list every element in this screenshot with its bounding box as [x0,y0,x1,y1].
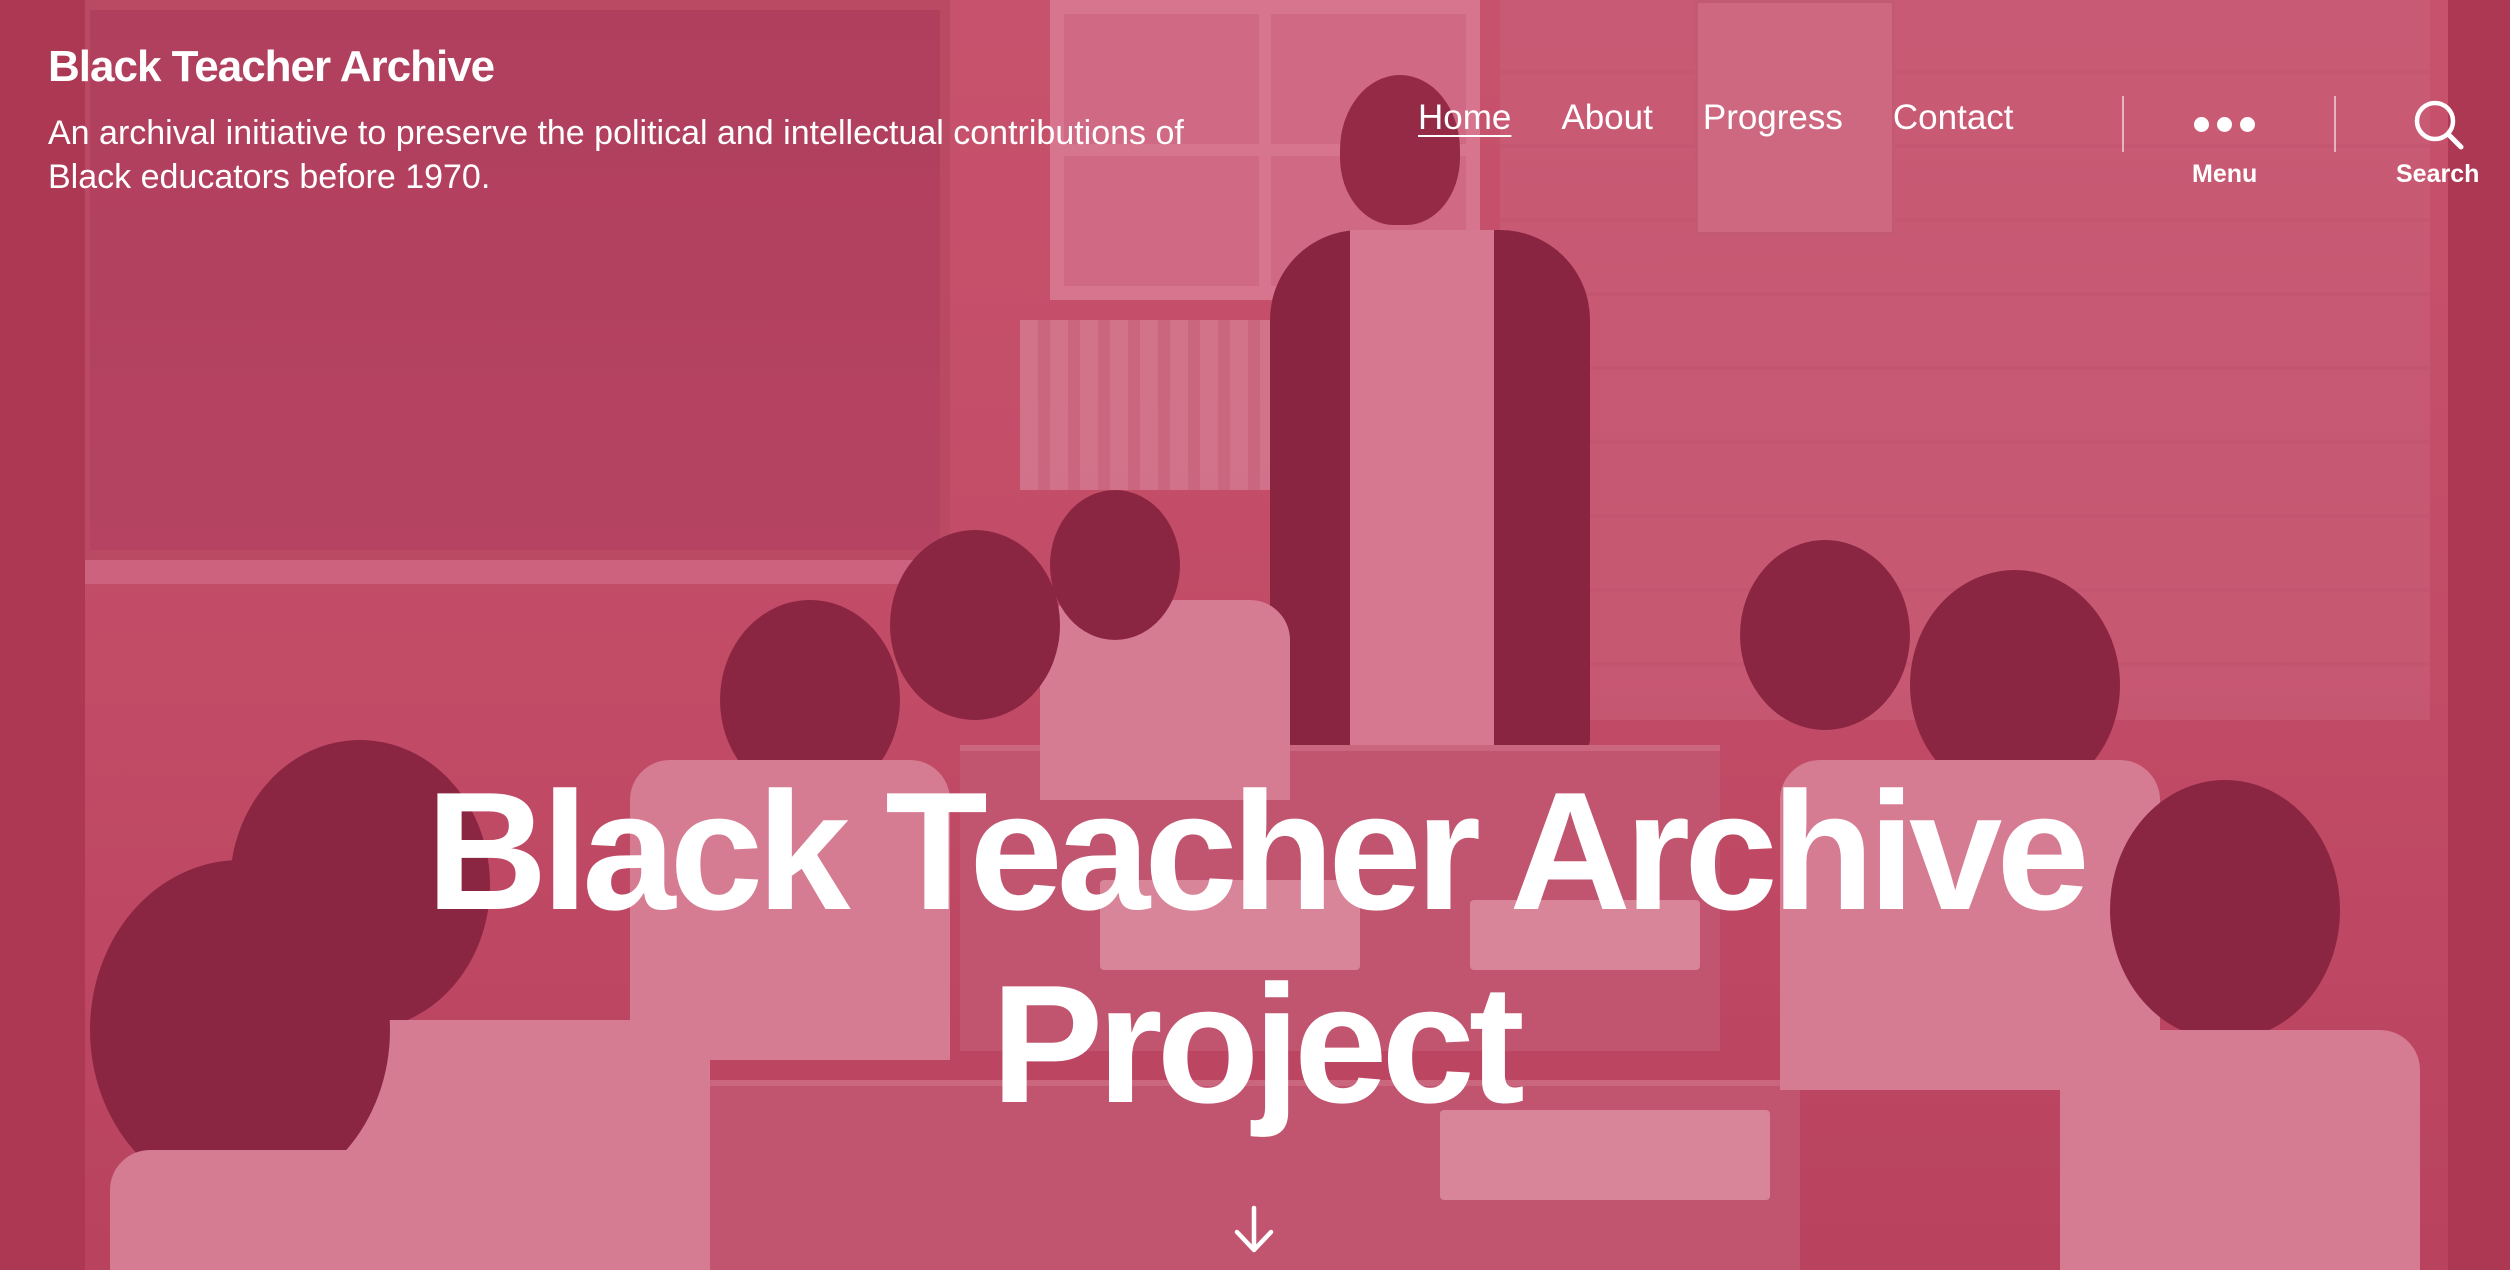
site-title[interactable]: Black Teacher Archive [48,42,1248,93]
arrow-down-icon [1234,1205,1274,1253]
primary-nav: Home About Progress Contact [1418,98,2014,138]
hero-section: Black Teacher Archive Project [0,755,2510,1141]
search-icon [2412,96,2464,152]
hero-title: Black Teacher Archive Project [426,757,2090,1139]
scroll-down-arrow[interactable] [1232,1205,1276,1255]
header-divider [2122,96,2124,152]
menu-toggle-button[interactable]: Menu [2192,96,2257,189]
search-toggle-label: Search [2396,160,2480,188]
header-divider [2334,96,2336,152]
nav-item-progress[interactable]: Progress [1703,98,1843,138]
search-toggle-button[interactable]: Search [2396,96,2479,189]
site-description: An archival initiative to preserve the p… [48,113,1184,196]
ellipsis-icon [2194,96,2256,152]
nav-item-contact[interactable]: Contact [1893,98,2014,138]
site-branding: Black Teacher Archive An archival initia… [48,42,1248,199]
page: Black Teacher Archive An archival initia… [0,0,2510,1270]
nav-item-about[interactable]: About [1561,98,1652,138]
nav-item-home[interactable]: Home [1418,98,1511,138]
menu-toggle-label: Menu [2192,160,2258,188]
